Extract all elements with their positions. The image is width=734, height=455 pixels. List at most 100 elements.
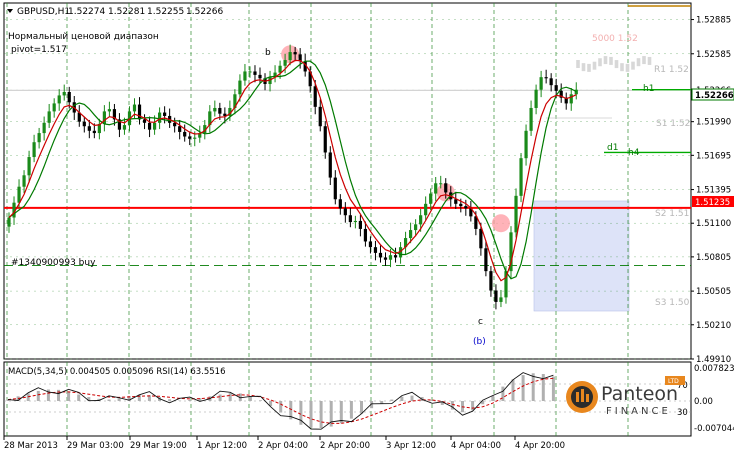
- candle-body: [459, 203, 463, 207]
- wave-label-b: b: [265, 48, 271, 58]
- candle-body: [283, 60, 287, 66]
- x-tick-label: 4 Apr 04:00: [451, 441, 501, 451]
- candle-body: [152, 122, 157, 130]
- projection-candle: [598, 58, 602, 67]
- label-d1: d1: [607, 143, 618, 153]
- projection-candle: [631, 61, 635, 70]
- candle-body: [569, 94, 573, 104]
- panteon-logo: LTD Panteon FINANCE: [566, 376, 685, 417]
- current-price-text: 1.52266: [695, 91, 734, 101]
- label-s1: S1 1.52: [656, 119, 690, 129]
- candle-body: [258, 74, 262, 79]
- y-tick-label: 1.51695: [696, 151, 731, 161]
- y-tick-label: 1.52585: [696, 50, 731, 60]
- symbol-name: GBPUSD,H1: [17, 7, 70, 17]
- x-tick-label: 4 Apr 20:00: [515, 441, 565, 451]
- price-chart[interactable]: 1.52885 1.52585 1.52266 1.51990 1.51695 1.513…: [0, 0, 734, 455]
- candle-body: [188, 136, 192, 139]
- candle-body: [238, 80, 242, 95]
- wave-label-paren-b: (b): [473, 337, 486, 347]
- candle-body: [193, 137, 197, 139]
- candle-body: [393, 255, 398, 258]
- candle-body: [32, 142, 36, 158]
- candle-body: [87, 126, 91, 131]
- close-value: 1.52266: [186, 7, 223, 17]
- candle-body: [333, 177, 337, 200]
- x-tick-label: 2 Apr 04:00: [258, 441, 308, 451]
- projection-candle: [625, 63, 630, 72]
- label-r1: R1 1.52: [654, 65, 689, 75]
- y-tick-label: 1.51100: [696, 219, 731, 229]
- x-tick-label: 28 Mar 2013: [4, 441, 58, 451]
- candle-body: [479, 228, 483, 249]
- candle-body: [514, 195, 518, 233]
- candle-body: [549, 78, 553, 86]
- candle-body: [173, 122, 177, 127]
- candle-body: [378, 252, 383, 258]
- indicator-zero: 0.00: [694, 397, 713, 407]
- candle-body: [419, 215, 423, 225]
- candle-body: [444, 183, 448, 193]
- candle-body: [529, 107, 533, 131]
- label-s2: S2 1.51: [655, 209, 689, 219]
- caption-line2: pivot=1.517: [11, 45, 67, 55]
- candle-body: [489, 271, 493, 291]
- candle-body: [248, 71, 252, 73]
- target-zone: [533, 200, 630, 312]
- price-axis: 1.52885 1.52585 1.52266 1.51990 1.51695 1.513…: [691, 16, 731, 365]
- candle-body: [368, 241, 373, 248]
- candle-body: [409, 230, 413, 239]
- logo-sub: FINANCE: [606, 406, 671, 417]
- y-tick-label: 1.51990: [696, 118, 731, 128]
- candle-body: [434, 183, 438, 194]
- candle-body: [67, 92, 71, 103]
- candle-body: [414, 224, 418, 231]
- x-tick-label: 29 Mar 03:00: [67, 441, 124, 451]
- candle-body: [62, 92, 66, 96]
- x-tick-label: 1 Apr 12:00: [197, 441, 247, 451]
- candle-body: [122, 125, 127, 130]
- caption-line1: Нормальный ценовой диапазон: [8, 32, 159, 42]
- candle-body: [454, 199, 458, 204]
- projection-candle: [603, 56, 608, 65]
- projection-candle: [647, 56, 652, 65]
- candle-body: [183, 131, 187, 137]
- projection-candle: [576, 60, 580, 68]
- y-tick-label: 1.50805: [696, 253, 731, 263]
- candle-body: [318, 106, 322, 127]
- candle-body: [158, 112, 162, 123]
- projection-candle: [614, 60, 619, 69]
- projection-candle: [609, 56, 613, 65]
- candle-body: [218, 107, 222, 114]
- candle-body: [82, 121, 86, 127]
- candle-body: [554, 85, 558, 91]
- rsi-30-label: 30: [677, 408, 688, 418]
- candle-body: [278, 65, 282, 73]
- candle-body: [429, 193, 433, 204]
- candle-body: [338, 199, 342, 209]
- indicator-bottom: -0.007044: [694, 424, 734, 434]
- order-label[interactable]: #1340900993 buy: [11, 258, 96, 268]
- candle-body: [22, 175, 26, 187]
- candle-body: [323, 126, 327, 153]
- highlight-circle: [491, 214, 510, 233]
- logo-name: Panteon: [601, 383, 678, 405]
- candle-body: [313, 86, 317, 107]
- candle-body: [424, 203, 428, 216]
- candle-body: [253, 71, 257, 75]
- label-s3: S3 1.50: [655, 298, 690, 308]
- projection-candle: [592, 61, 597, 70]
- candle-body: [52, 103, 56, 112]
- candle-body: [358, 220, 362, 229]
- x-tick-label: 2 Apr 20:00: [320, 441, 370, 451]
- low-value: 1.52255: [147, 7, 184, 17]
- high-value: 1.52281: [108, 7, 145, 17]
- time-axis: 28 Mar 2013 29 Mar 03:00 29 Mar 19:00 1 Apr…: [3, 436, 565, 451]
- candle-body: [178, 126, 182, 132]
- candle-body: [494, 290, 498, 302]
- candle-body: [137, 104, 142, 120]
- x-tick-label: 29 Mar 19:00: [130, 441, 187, 451]
- candle-body: [147, 122, 152, 130]
- candle-body: [107, 109, 111, 112]
- candle-body: [353, 220, 357, 223]
